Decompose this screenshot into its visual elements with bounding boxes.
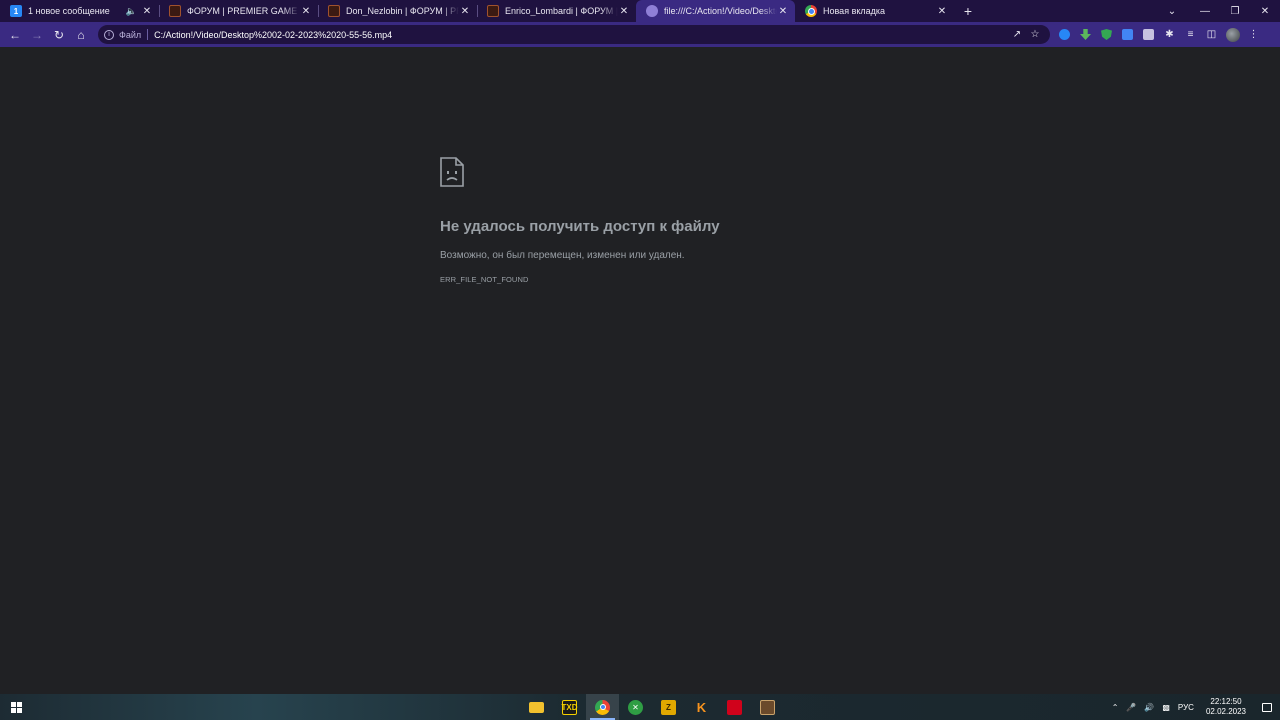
volume-icon[interactable]: 🔊	[1140, 703, 1158, 712]
close-tab-icon[interactable]: ✕	[618, 6, 630, 17]
start-button[interactable]	[0, 694, 32, 720]
sad-file-icon	[440, 157, 464, 187]
vk-icon: 1	[10, 5, 22, 17]
tab-title: 1 новое сообщение	[28, 6, 110, 16]
reload-button[interactable]: ↻	[48, 24, 70, 46]
system-tray: ⌃ 🎤 🔊 ▩ РУС 22:12:50 02.02.2023	[1108, 694, 1280, 720]
globe-icon	[646, 5, 658, 17]
premier-icon	[169, 5, 181, 17]
address-bar[interactable]: i Файл C:/Action!/Video/Desktop%2002-02-…	[98, 25, 1050, 44]
tab-title: Новая вкладка	[823, 6, 886, 16]
speaker-mute-icon[interactable]: 🔈	[126, 6, 137, 17]
tab-title: Enrico_Lombardi | ФОРУМ | PREMIER GAME	[505, 6, 618, 16]
taskbar-file-explorer[interactable]	[520, 694, 553, 720]
reading-list-icon[interactable]: ≡	[1180, 24, 1201, 46]
show-hidden-icons-chevron-icon[interactable]: ⌃	[1108, 703, 1123, 712]
zip-icon: Z	[661, 699, 676, 715]
tab-new-tab[interactable]: Новая вкладка ✕	[795, 0, 954, 22]
download-extension-icon[interactable]	[1075, 24, 1096, 46]
chrome-icon	[595, 699, 610, 715]
page-content: Не удалось получить доступ к файлу Возмо…	[0, 47, 1280, 694]
premier-icon	[328, 5, 340, 17]
network-icon[interactable]: ▩	[1158, 703, 1174, 712]
menu-kebab-icon[interactable]: ⋮	[1243, 24, 1264, 46]
tab-title: ФОРУМ | PREMIER GAME	[187, 6, 298, 16]
window-controls: ⌄ — ❐ ✕	[1168, 0, 1280, 22]
taskbar-game[interactable]	[751, 694, 784, 720]
speech-bubble-icon	[1262, 702, 1272, 712]
game-icon	[760, 699, 775, 715]
tab-enrico-lombardi[interactable]: Enrico_Lombardi | ФОРУМ | PREMIER GAME ✕	[477, 0, 636, 22]
taskbar-chrome[interactable]	[586, 694, 619, 720]
translate-extension-icon[interactable]	[1117, 24, 1138, 46]
vk-extension-icon[interactable]	[1054, 24, 1075, 46]
taskbar-txd-workshop[interactable]: TXD	[553, 694, 586, 720]
restore-button[interactable]: ❐	[1220, 0, 1250, 22]
divider	[147, 29, 149, 40]
clock-date: 02.02.2023	[1205, 707, 1246, 716]
puzzle-extensions-icon[interactable]: ✱	[1159, 24, 1180, 46]
side-panel-icon[interactable]: ◫	[1201, 24, 1222, 46]
chrome-icon	[805, 5, 817, 17]
tab-file-active[interactable]: file:///C:/Action!/Video/Desktop%2002-02…	[636, 0, 795, 22]
tab-strip: 1 1 новое сообщение 🔈 ✕ ФОРУМ | PREMIER …	[0, 0, 1280, 22]
clock-time: 22:12:50	[1210, 697, 1242, 706]
tab-title: file:///C:/Action!/Video/Desktop%2002-02…	[664, 6, 777, 16]
info-icon[interactable]: i	[104, 29, 114, 40]
windows-logo-icon	[10, 701, 22, 713]
url-text[interactable]: C:/Action!/Video/Desktop%2002-02-2023%20…	[154, 30, 1008, 40]
tab-title: Don_Nezlobin | ФОРУМ | PREMIER GAME	[346, 6, 459, 16]
profile-avatar[interactable]	[1222, 24, 1243, 46]
language-indicator[interactable]: РУС	[1174, 703, 1198, 712]
close-window-button[interactable]: ✕	[1250, 0, 1280, 22]
folder-icon	[529, 701, 544, 713]
microphone-icon[interactable]: 🎤	[1122, 703, 1140, 712]
extensions-area: ✱ ≡ ◫ ⋮	[1054, 24, 1264, 46]
taskbar-winrar[interactable]: Z	[652, 694, 685, 720]
windows-taskbar: TXD ✕ Z K ⌃ 🎤 🔊 ▩ РУС 22:12:50 02.02.202…	[0, 694, 1280, 720]
tab-premier-forum[interactable]: ФОРУМ | PREMIER GAME ✕	[159, 0, 318, 22]
taskbar-xbox[interactable]: ✕	[619, 694, 652, 720]
taskbar-kmplayer[interactable]: K	[685, 694, 718, 720]
notes-extension-icon[interactable]	[1138, 24, 1159, 46]
error-title: Не удалось получить доступ к файлу	[440, 218, 720, 235]
browser-toolbar: ← → ↻ ⌂ i Файл C:/Action!/Video/Desktop%…	[0, 22, 1280, 47]
close-tab-icon[interactable]: ✕	[936, 6, 948, 17]
new-tab-button[interactable]: +	[956, 0, 980, 22]
back-button[interactable]: ←	[4, 24, 26, 46]
k-icon: K	[696, 699, 707, 715]
xbox-icon: ✕	[628, 699, 643, 715]
close-tab-icon[interactable]: ✕	[777, 6, 789, 17]
share-icon[interactable]: ↗	[1008, 29, 1026, 40]
taskbar-amd[interactable]	[718, 694, 751, 720]
tab-don-nezlobin[interactable]: Don_Nezlobin | ФОРУМ | PREMIER GAME ✕	[318, 0, 477, 22]
error-subtitle: Возможно, он был перемещен, изменен или …	[440, 250, 685, 261]
taskbar-apps: TXD ✕ Z K	[520, 694, 784, 720]
premier-icon	[487, 5, 499, 17]
tab-vk[interactable]: 1 1 новое сообщение 🔈 ✕	[0, 0, 159, 22]
scheme-label: Файл	[119, 29, 142, 40]
home-button[interactable]: ⌂	[70, 24, 92, 46]
close-tab-icon[interactable]: ✕	[300, 6, 312, 17]
tab-search-chevron-icon[interactable]: ⌄	[1160, 0, 1184, 22]
amd-icon	[727, 699, 742, 715]
shield-extension-icon[interactable]	[1096, 24, 1117, 46]
close-tab-icon[interactable]: ✕	[459, 6, 471, 17]
close-tab-icon[interactable]: ✕	[141, 6, 153, 17]
forward-button[interactable]: →	[26, 24, 48, 46]
notification-center-button[interactable]	[1254, 694, 1280, 720]
bookmark-star-icon[interactable]: ☆	[1026, 29, 1044, 40]
txd-icon: TXD	[562, 699, 578, 715]
clock[interactable]: 22:12:50 02.02.2023	[1198, 697, 1254, 717]
minimize-button[interactable]: —	[1190, 0, 1220, 22]
error-code: ERR_FILE_NOT_FOUND	[440, 275, 529, 284]
